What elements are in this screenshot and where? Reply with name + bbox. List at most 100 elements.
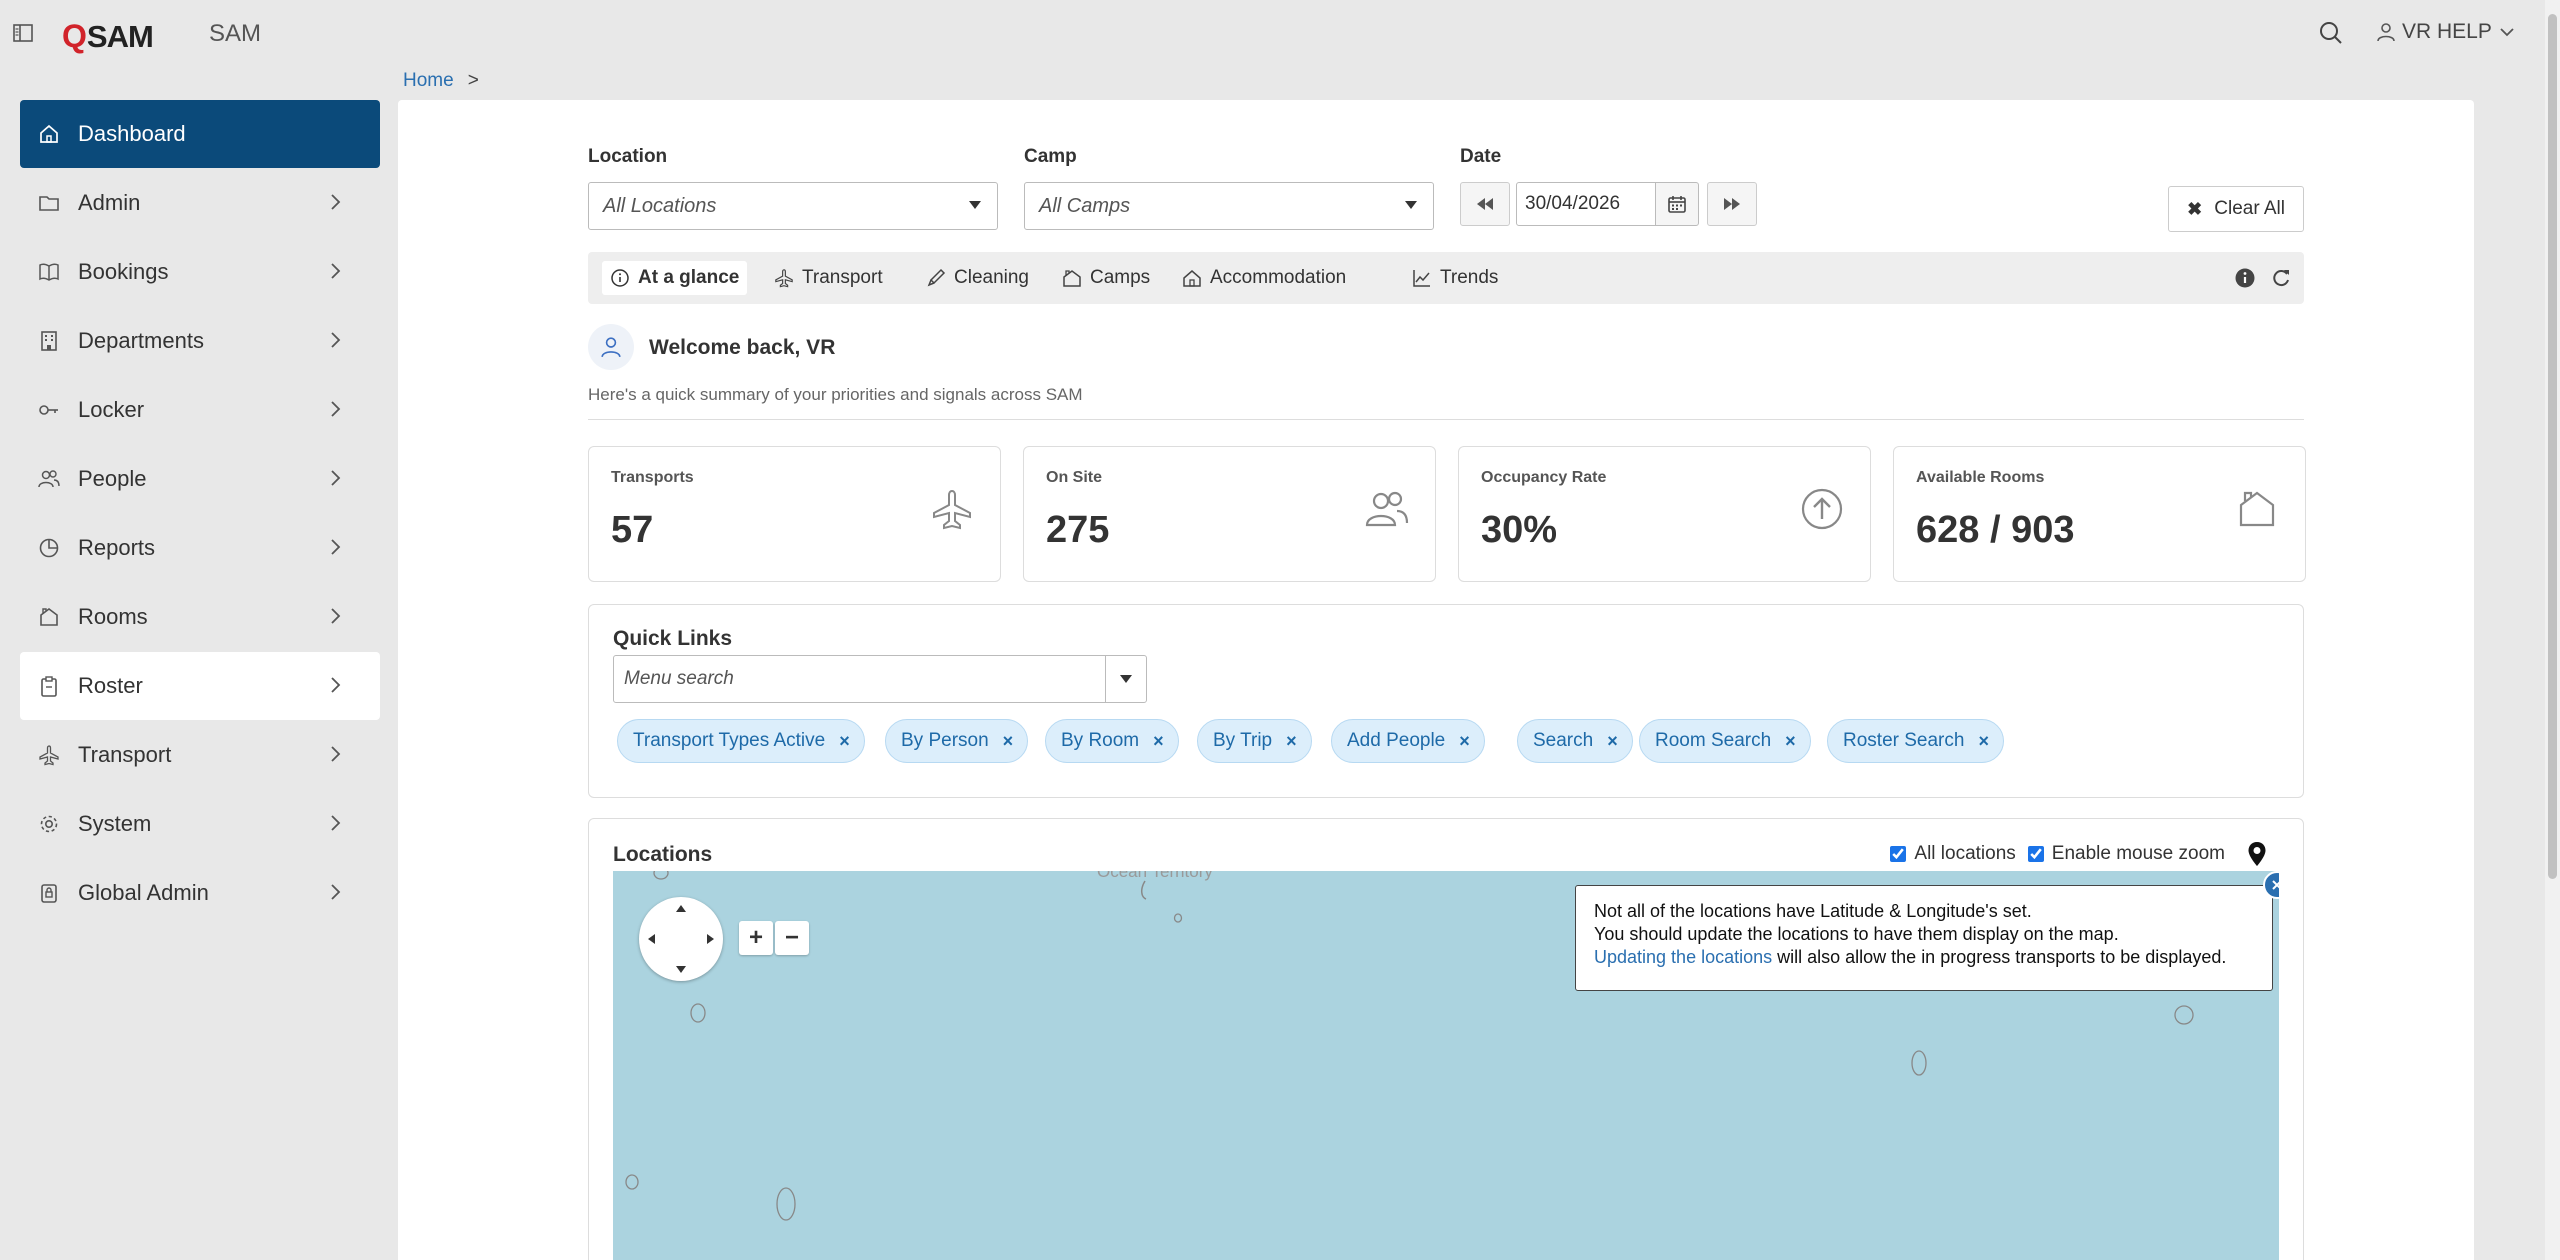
chevron-right-icon bbox=[331, 539, 341, 555]
location-select-value: All Locations bbox=[603, 194, 717, 217]
next-date-button[interactable] bbox=[1707, 182, 1757, 226]
map-pan-control[interactable] bbox=[639, 897, 723, 981]
stat-card-occupancy-rate[interactable]: Occupancy Rate 30% bbox=[1458, 446, 1871, 582]
tab-label: Camps bbox=[1090, 267, 1151, 288]
sidebar-item-system[interactable]: System bbox=[20, 790, 380, 858]
stat-card-available-rooms[interactable]: Available Rooms 628 / 903 bbox=[1893, 446, 2306, 582]
tab-accommodation[interactable]: Accommodation bbox=[1174, 261, 1354, 295]
sidebar-item-people[interactable]: People bbox=[20, 445, 380, 513]
map-pin-icon[interactable] bbox=[2247, 841, 2267, 867]
chevron-right-icon bbox=[331, 470, 341, 486]
enable-mouse-zoom-checkbox[interactable] bbox=[2027, 846, 2044, 862]
remove-icon[interactable]: × bbox=[1286, 731, 1297, 752]
remove-icon[interactable]: × bbox=[1607, 731, 1618, 752]
previous-date-button[interactable] bbox=[1460, 182, 1510, 226]
quick-link-chip[interactable]: Room Search × bbox=[1639, 719, 1811, 763]
people-icon bbox=[1365, 491, 1409, 527]
chip-label: Search bbox=[1533, 730, 1594, 751]
plane-icon bbox=[775, 269, 793, 288]
tab-tools bbox=[2234, 267, 2292, 289]
info-circle-icon[interactable] bbox=[2234, 267, 2256, 289]
quick-link-chip[interactable]: Add People × bbox=[1331, 719, 1485, 763]
key-icon bbox=[36, 397, 62, 423]
tab-trends[interactable]: Trends bbox=[1404, 261, 1506, 295]
sidebar-item-label: Roster bbox=[78, 673, 143, 698]
remove-icon[interactable]: × bbox=[839, 731, 850, 752]
stat-card-on-site[interactable]: On Site 275 bbox=[1023, 446, 1436, 582]
location-select[interactable]: All Locations bbox=[588, 182, 998, 230]
fast-backward-icon bbox=[1477, 198, 1493, 210]
tab-label: At a glance bbox=[638, 267, 740, 288]
search-icon[interactable] bbox=[2318, 20, 2344, 46]
camp-select[interactable]: All Camps bbox=[1024, 182, 1434, 230]
user-menu[interactable]: VR HELP bbox=[2376, 20, 2516, 44]
sidebar-item-reports[interactable]: Reports bbox=[20, 514, 380, 582]
sidebar-toggle-icon[interactable] bbox=[12, 22, 34, 44]
dashboard-tabs: At a glance Transport Cleaning Camps Acc… bbox=[588, 252, 2304, 304]
sidebar-item-label: Departments bbox=[78, 328, 204, 353]
sidebar-item-bookings[interactable]: Bookings bbox=[20, 238, 380, 306]
remove-icon[interactable]: × bbox=[1459, 731, 1470, 752]
notice-line-3: Updating the locations will also allow t… bbox=[1594, 946, 2254, 969]
info-icon bbox=[611, 269, 629, 287]
stat-card-transports[interactable]: Transports 57 bbox=[588, 446, 1001, 582]
stat-label: On Site bbox=[1046, 469, 1103, 486]
tab-transport[interactable]: Transport bbox=[766, 261, 891, 295]
quick-link-chip[interactable]: By Person × bbox=[885, 719, 1029, 763]
sidebar-item-label: Admin bbox=[78, 190, 141, 215]
chip-label: Transport Types Active bbox=[633, 730, 826, 751]
quick-link-chip[interactable]: By Trip × bbox=[1197, 719, 1312, 763]
quick-link-chip[interactable]: Transport Types Active × bbox=[617, 719, 865, 763]
tab-cleaning[interactable]: Cleaning bbox=[918, 261, 1037, 295]
remove-icon[interactable]: × bbox=[1978, 731, 1989, 752]
sidebar-item-label: People bbox=[78, 466, 147, 491]
arrow-up-circle-icon bbox=[1801, 488, 1843, 530]
sidebar-item-global-admin[interactable]: Global Admin bbox=[20, 859, 380, 927]
tab-camps[interactable]: Camps bbox=[1054, 261, 1158, 295]
tab-label: Accommodation bbox=[1210, 267, 1347, 288]
clear-all-button[interactable]: ✖ Clear All bbox=[2168, 186, 2304, 232]
pan-left-icon[interactable] bbox=[648, 934, 655, 944]
chevron-right-icon bbox=[331, 263, 341, 279]
all-locations-checkbox[interactable] bbox=[1890, 846, 1907, 862]
chip-label: Room Search bbox=[1655, 730, 1772, 751]
tab-at-a-glance[interactable]: At a glance bbox=[602, 261, 748, 295]
camp-select-value: All Camps bbox=[1039, 194, 1131, 217]
zoom-in-button[interactable]: + bbox=[739, 921, 773, 955]
sidebar-item-roster[interactable]: Roster bbox=[20, 652, 380, 720]
pan-up-icon[interactable] bbox=[676, 905, 686, 912]
sidebar-item-locker[interactable]: Locker bbox=[20, 376, 380, 444]
quick-link-chip[interactable]: By Room × bbox=[1045, 719, 1179, 763]
calendar-button[interactable] bbox=[1655, 182, 1699, 226]
pan-right-icon[interactable] bbox=[707, 934, 714, 944]
locations-map[interactable]: Ocean Territory + − Not all of the locat… bbox=[613, 871, 2279, 1260]
menu-search-select[interactable]: Menu search bbox=[613, 655, 1147, 703]
sidebar-item-dashboard[interactable]: Dashboard bbox=[20, 100, 380, 168]
chip-label: By Person bbox=[901, 730, 989, 751]
pan-down-icon[interactable] bbox=[676, 966, 686, 973]
update-locations-link[interactable]: Updating the locations bbox=[1594, 947, 1772, 967]
chevron-down-icon bbox=[2500, 28, 2514, 37]
quick-link-chip[interactable]: Roster Search × bbox=[1827, 719, 2004, 763]
sidebar-item-transport[interactable]: Transport bbox=[20, 721, 380, 789]
zoom-out-button[interactable]: − bbox=[775, 921, 809, 955]
remove-icon[interactable]: × bbox=[1153, 731, 1164, 752]
quick-link-chip[interactable]: Search × bbox=[1517, 719, 1633, 763]
scrollbar-thumb[interactable] bbox=[2548, 14, 2557, 879]
sidebar-item-label: Reports bbox=[78, 535, 156, 560]
notice-line-1: Not all of the locations have Latitude &… bbox=[1594, 901, 2032, 921]
sidebar-item-rooms[interactable]: Rooms bbox=[20, 583, 380, 651]
people-icon bbox=[36, 466, 62, 492]
remove-icon[interactable]: × bbox=[1785, 731, 1796, 752]
remove-icon[interactable]: × bbox=[1003, 731, 1014, 752]
app-logo[interactable]: Q SAM bbox=[62, 18, 154, 55]
sidebar-item-label: Locker bbox=[78, 397, 145, 422]
refresh-icon[interactable] bbox=[2270, 267, 2292, 289]
notice-line-2: You should update the locations to have … bbox=[1594, 924, 2119, 944]
breadcrumb-home-link[interactable]: Home bbox=[403, 70, 454, 92]
date-input[interactable]: 30/04/2026 bbox=[1516, 182, 1656, 226]
room-icon bbox=[2239, 491, 2275, 527]
sidebar-item-admin[interactable]: Admin bbox=[20, 169, 380, 237]
sidebar-item-departments[interactable]: Departments bbox=[20, 307, 380, 375]
lock-icon bbox=[36, 880, 62, 906]
